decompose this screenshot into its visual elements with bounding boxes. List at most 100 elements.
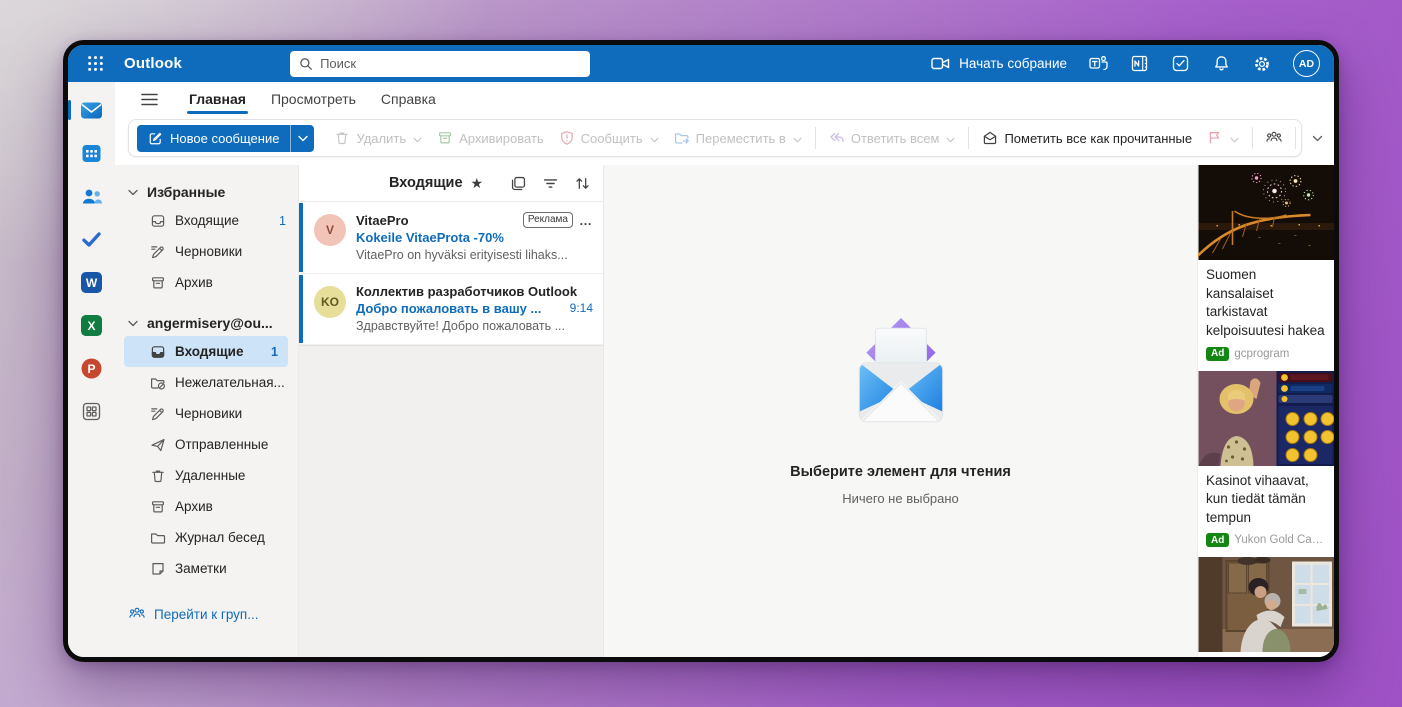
folder-favorites-inbox[interactable]: Входящие 1 [115,205,298,236]
trash-icon [150,468,166,484]
top-app-bar: Outlook Начать собрание [68,45,1334,82]
notifications-bell-icon[interactable] [1211,54,1231,74]
favorite-star-icon[interactable]: ★ [471,175,484,192]
filter-icon[interactable] [542,175,559,192]
empty-state-title: Выберите элемент для чтения [790,464,1011,480]
go-to-groups-link[interactable]: Перейти к груп... [115,600,298,622]
message-preview: Здравствуйте! Добро пожаловать ... [356,319,593,333]
open-envelope-illustration [839,316,963,434]
svg-text:W: W [86,276,98,290]
ad-title: Vakuuta lainasi odottamattomien tilantei… [1198,652,1334,657]
folder-deleted[interactable]: Удаленные [115,460,298,491]
rail-todo-check-icon[interactable] [75,223,109,255]
folder-sent[interactable]: Отправленные [115,429,298,460]
outlook-window: Outlook Начать собрание [63,40,1339,662]
rail-people-icon[interactable] [75,180,109,212]
shield-alert-icon [559,130,575,146]
chevron-down-icon [413,131,422,146]
folder-junk[interactable]: Нежелательная... [115,367,298,398]
ad-card-1[interactable]: Suomen kansalaiset tarkistavat kelpoisuu… [1198,165,1334,371]
rail-word-icon[interactable]: W [75,266,109,298]
ad-card-3[interactable]: Vakuuta lainasi odottamattomien tilantei… [1198,557,1334,657]
sender-avatar: V [314,214,346,246]
inbox-title: Входящие [389,175,463,191]
folder-notes[interactable]: Заметки [115,553,298,584]
move-to-button[interactable]: Переместить в [667,124,809,152]
rail-mail-icon[interactable] [75,94,109,126]
new-message-split-button[interactable]: Новое сообщение [137,125,314,152]
message-more-icon[interactable]: … [579,213,593,228]
teams-icon[interactable] [1088,54,1108,74]
tab-home[interactable]: Главная [183,85,252,113]
account-section-header[interactable]: angermisery@ou... [115,310,298,336]
message-row-outlook-team[interactable]: KO Коллектив разработчиков Outlook Добро… [299,274,603,345]
ad-image-casino-woman-slots [1198,371,1334,466]
account-avatar[interactable]: AD [1293,50,1320,77]
ad-badge: Ad [1206,347,1229,361]
groups-button[interactable] [1259,124,1289,152]
archive-icon [437,130,453,146]
ad-image-couple-hugging [1198,557,1334,652]
rail-calendar-icon[interactable] [75,137,109,169]
folder-favorites-archive[interactable]: Архив [115,267,298,298]
todo-icon[interactable] [1170,54,1190,74]
start-meeting-button[interactable]: Начать собрание [931,56,1067,71]
onenote-icon[interactable] [1129,54,1149,74]
folder-archive[interactable]: Архив [115,491,298,522]
chevron-down-icon [650,131,659,146]
rail-excel-icon[interactable]: X [75,309,109,341]
empty-state-subtitle: Ничего не выбрано [842,491,959,506]
sender-name: Коллектив разработчиков Outlook [356,284,577,299]
search-input[interactable] [320,56,581,71]
favorites-section-header[interactable]: Избранные [115,179,298,205]
flag-button[interactable] [1200,124,1246,152]
ribbon-tabs: Главная Просмотреть Справка [115,82,1334,116]
drafts-pen-icon [150,406,166,422]
sort-icon[interactable] [574,175,591,192]
tab-help[interactable]: Справка [375,85,442,113]
tab-view[interactable]: Просмотреть [265,85,362,113]
settings-gear-icon[interactable] [1252,54,1272,74]
message-time: 9:14 [570,301,593,315]
send-icon [150,437,166,453]
ribbon-toolbar: Новое сообщение Удалить [128,119,1302,157]
folder-inbox-selected[interactable]: Входящие 1 [124,336,288,367]
new-message-dropdown-chevron[interactable] [290,125,314,152]
rail-powerpoint-icon[interactable]: P [75,352,109,384]
unread-count: 1 [271,345,278,359]
people-group-icon [129,606,145,622]
app-rail: W X P [68,82,115,657]
mark-all-read-button[interactable]: Пометить все как прочитанные [975,124,1199,152]
search-box[interactable] [290,51,590,77]
chevron-down-icon [128,320,138,327]
note-icon [150,561,166,577]
reply-all-button[interactable]: Ответить всем [822,124,963,152]
toolbar-collapse-chevron[interactable] [1306,127,1328,149]
select-all-icon[interactable] [510,175,527,192]
svg-text:P: P [87,362,95,376]
folder-conversation-history[interactable]: Журнал бесед [115,522,298,553]
ad-card-2[interactable]: Kasinot vihaavat, kun tiedät tämän tempu… [1198,371,1334,558]
chevron-down-icon [946,131,955,146]
hamburger-menu-icon[interactable] [136,86,162,112]
sender-name: VitaePro [356,213,409,228]
topbar-actions: Начать собрание AD [931,50,1320,77]
people-group-icon [1266,130,1282,146]
archive-button[interactable]: Архивировать [430,124,551,152]
drafts-pen-icon [150,244,166,260]
app-launcher-icon[interactable] [80,49,110,79]
new-message-button[interactable]: Новое сообщение [137,125,290,152]
reading-pane: Выберите элемент для чтения Ничего не вы… [603,165,1197,657]
message-list-header: Входящие ★ [299,165,603,202]
delete-button[interactable]: Удалить [327,124,429,152]
message-preview: VitaePro on hyväksi erityisesti lihaks..… [356,248,593,262]
message-row-vitaepro[interactable]: V VitaePro Реклама … Kokeile VitaeProta … [299,202,603,274]
folder-arrow-icon [674,130,690,146]
archive-icon [150,499,166,515]
toolbar-divider [815,127,816,149]
folder-drafts[interactable]: Черновики [115,398,298,429]
folder-favorites-drafts[interactable]: Черновики [115,236,298,267]
rail-more-apps-icon[interactable] [75,395,109,427]
reply-all-icon [829,130,845,146]
report-button[interactable]: Сообщить [552,124,666,152]
